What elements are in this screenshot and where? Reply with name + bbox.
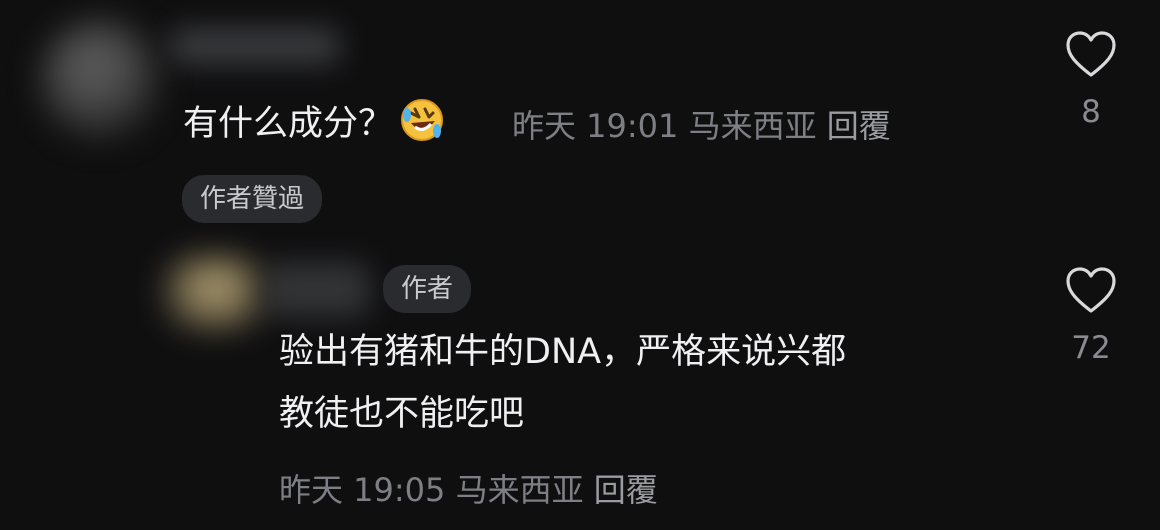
rolling-on-floor-laughing-emoji-icon: [399, 97, 445, 143]
like-button[interactable]: 8: [1046, 30, 1136, 130]
location: 马来西亚: [688, 107, 817, 145]
reply-button[interactable]: 回覆: [594, 471, 658, 509]
avatar[interactable]: [165, 258, 265, 328]
like-button[interactable]: 72: [1046, 266, 1136, 366]
avatar[interactable]: [40, 20, 160, 140]
username[interactable]: [170, 28, 340, 64]
timestamp: 昨天 19:01: [512, 107, 679, 145]
author-badge: 作者: [383, 265, 472, 313]
reply-button[interactable]: 回覆: [827, 107, 891, 145]
like-count: 72: [1071, 330, 1111, 366]
heart-icon: [1066, 267, 1116, 313]
comment-text-line-1: 验出有猪和牛的DNA，严格来说兴都: [279, 332, 847, 372]
comment-text: 有什么成分？: [183, 97, 451, 148]
heart-icon: [1066, 31, 1116, 77]
comment-body: 有什么成分？: [183, 104, 394, 144]
comment-meta: 昨天 19:01 马来西亚 回覆: [512, 101, 891, 147]
location: 马来西亚: [455, 471, 584, 509]
username[interactable]: [265, 262, 370, 317]
timestamp: 昨天 19:05: [279, 471, 446, 509]
comment-text-line-2: 教徒也不能吃吧: [279, 394, 525, 434]
like-count: 8: [1081, 94, 1101, 130]
author-liked-badge: 作者贊過: [182, 175, 323, 223]
comment-meta: 昨天 19:05 马来西亚 回覆: [279, 465, 658, 511]
